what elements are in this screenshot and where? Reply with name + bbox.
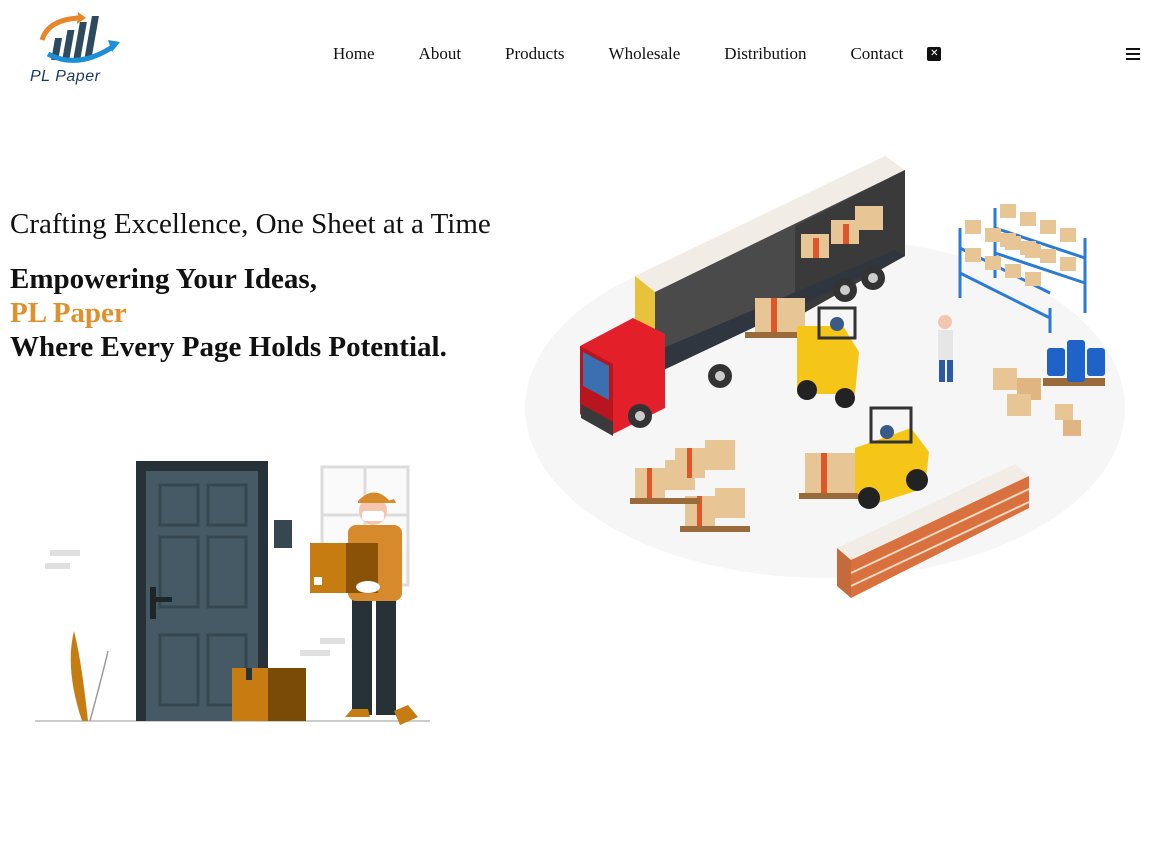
nav-contact[interactable]: Contact [850,44,903,64]
headline-line-3: Where Every Page Holds Potential. [10,331,447,363]
x-square-icon[interactable]: ✕ [927,47,942,61]
nav-wholesale[interactable]: Wholesale [609,44,681,64]
hero-tagline: Crafting Excellence, One Sheet at a Time [10,208,491,240]
headline-line-1: Empowering Your Ideas, [10,263,317,295]
hamburger-menu-icon[interactable] [1126,48,1140,62]
nav-distribution[interactable]: Distribution [724,44,806,64]
main-nav: Home About Products Wholesale Distributi… [333,44,942,64]
bar-chart-arrow-icon [39,12,120,63]
site-header: PL Paper Home About Products Wholesale D… [0,0,1166,110]
brand-name: PL Paper [30,68,101,85]
site-logo[interactable]: PL Paper [28,10,128,90]
warehouse-logistics-illustration [525,156,1125,598]
hero-headline: Empowering Your Ideas, PL Paper Where Ev… [10,262,447,364]
nav-products[interactable]: Products [505,44,565,64]
nav-about[interactable]: About [419,44,462,64]
nav-home[interactable]: Home [333,44,375,64]
delivery-illustration [35,461,430,725]
headline-brand: PL Paper [10,297,127,329]
